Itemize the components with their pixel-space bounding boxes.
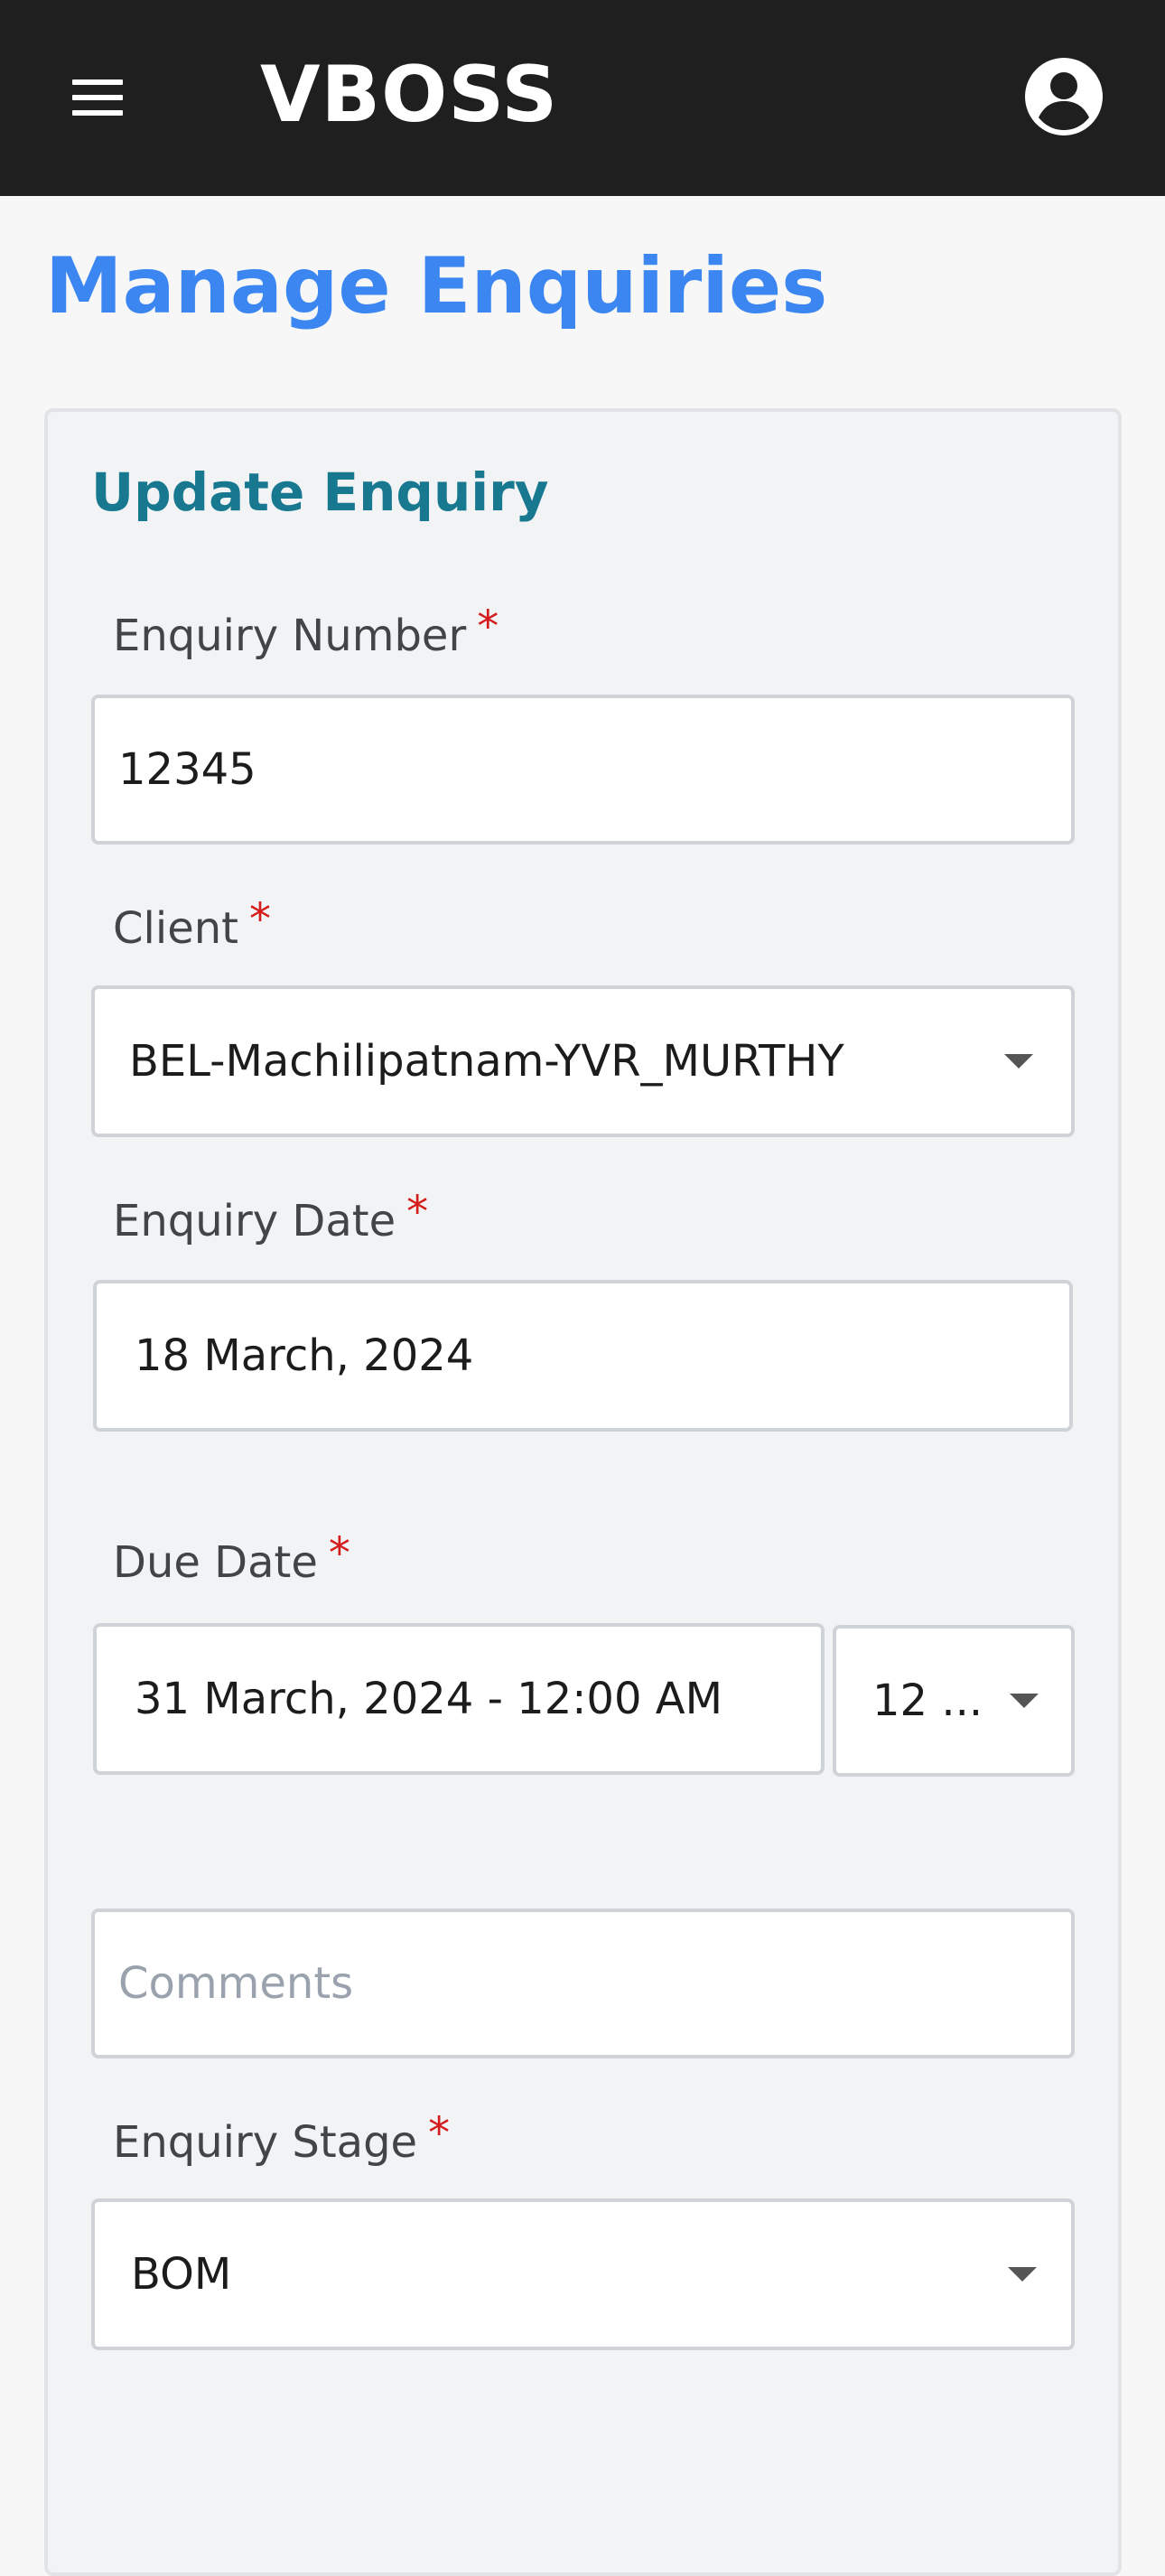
enquiry-stage-label: Enquiry Stage * <box>113 2108 450 2170</box>
chevron-down-icon <box>1008 2267 1037 2282</box>
client-select[interactable]: BEL-Machilipatnam-YVR_MURTHY <box>91 985 1075 1137</box>
client-label: Client * <box>113 894 271 956</box>
due-time-value: 12 ... <box>872 1675 983 1726</box>
comments-placeholder: Comments <box>118 1958 354 2009</box>
card-title: Update Enquiry <box>91 462 549 523</box>
comments-input[interactable]: Comments <box>91 1909 1075 2058</box>
due-date-label: Due Date * <box>113 1528 350 1590</box>
enquiry-stage-value: BOM <box>131 2249 232 2300</box>
page-title: Manage Enquiries <box>45 241 828 331</box>
enquiry-stage-label-text: Enquiry Stage <box>113 2117 418 2168</box>
required-asterisk: * <box>248 894 271 945</box>
account-circle-icon[interactable] <box>1023 56 1104 137</box>
due-date-label-text: Due Date <box>113 1537 318 1588</box>
chevron-down-icon <box>1004 1054 1033 1069</box>
enquiry-date-label: Enquiry Date * <box>113 1187 428 1248</box>
hamburger-menu-icon[interactable] <box>72 79 123 116</box>
client-label-text: Client <box>113 903 238 954</box>
enquiry-date-input[interactable]: 18 March, 2024 <box>93 1280 1073 1432</box>
required-asterisk: * <box>406 1187 429 1237</box>
enquiry-number-label-text: Enquiry Number <box>113 611 467 661</box>
due-date-value: 31 March, 2024 - 12:00 AM <box>135 1674 722 1724</box>
due-date-input[interactable]: 31 March, 2024 - 12:00 AM <box>93 1623 825 1775</box>
app-brand: VBOSS <box>260 50 559 140</box>
chevron-down-icon <box>1010 1694 1039 1708</box>
due-time-select[interactable]: 12 ... <box>833 1625 1075 1777</box>
required-asterisk: * <box>428 2108 451 2159</box>
enquiry-stage-select[interactable]: BOM <box>91 2198 1075 2350</box>
enquiry-date-label-text: Enquiry Date <box>113 1196 396 1246</box>
enquiry-number-value: 12345 <box>118 744 256 795</box>
top-app-bar: VBOSS <box>0 0 1165 196</box>
enquiry-date-value: 18 March, 2024 <box>135 1330 474 1381</box>
enquiry-number-label: Enquiry Number * <box>113 602 499 663</box>
required-asterisk: * <box>328 1528 350 1579</box>
client-value: BEL-Machilipatnam-YVR_MURTHY <box>129 1036 844 1087</box>
enquiry-number-input[interactable]: 12345 <box>91 695 1075 845</box>
required-asterisk: * <box>477 602 499 652</box>
